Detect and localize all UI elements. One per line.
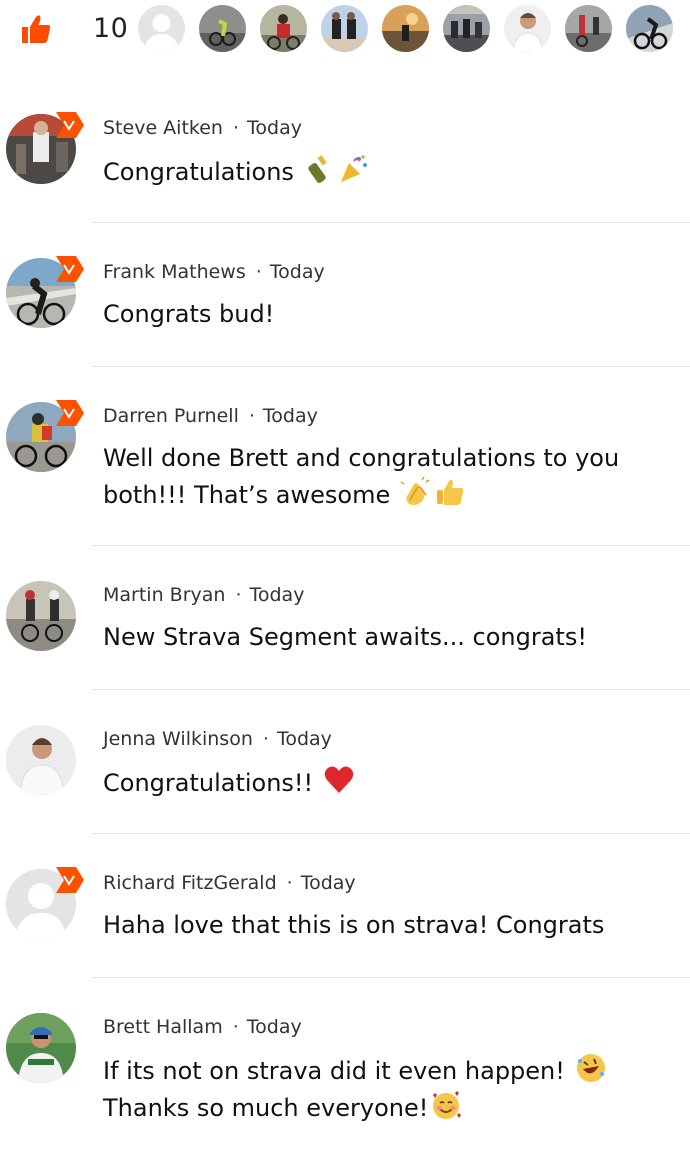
comment-avatar[interactable] xyxy=(6,1011,80,1085)
comment-avatar[interactable] xyxy=(6,723,80,797)
kudos-count[interactable]: 10 xyxy=(93,12,128,46)
red-heart-icon xyxy=(324,766,354,793)
kudos-avatar[interactable] xyxy=(382,5,429,52)
kudos-avatar[interactable] xyxy=(138,5,185,52)
strava-badge-icon xyxy=(56,867,84,893)
kudos-avatar[interactable] xyxy=(321,5,368,52)
strava-badge-icon xyxy=(56,400,84,426)
kudos-avatar[interactable] xyxy=(565,5,612,52)
comment-time: Today xyxy=(300,872,356,894)
bottle-icon xyxy=(307,155,327,183)
comment-text: If its not on strava did it even happen!… xyxy=(103,1052,663,1126)
kudos-avatar[interactable] xyxy=(626,5,673,52)
thumbs-up-emoji-icon xyxy=(436,479,464,505)
comment-item: Martin Bryan · Today New Strava Segment aw… xyxy=(0,577,690,690)
comment-author[interactable]: Richard FitzGerald xyxy=(103,872,277,894)
comment-author[interactable]: Martin Bryan xyxy=(103,584,225,606)
comment-item: Brett Hallam · Today If its not on strava … xyxy=(0,1009,690,1152)
clapping-hands-icon xyxy=(400,476,430,505)
meta-separator: · xyxy=(232,117,240,139)
divider xyxy=(92,366,690,367)
comment-meta: Steve Aitken · Today xyxy=(103,116,302,140)
comment-time: Today xyxy=(269,261,325,283)
comment-meta: Brett Hallam · Today xyxy=(103,1015,302,1039)
divider xyxy=(92,689,690,690)
comment-avatar[interactable] xyxy=(6,867,84,941)
meta-separator: · xyxy=(232,1016,239,1038)
comment-item: Frank Mathews · Today Congrats bud! xyxy=(0,254,690,367)
comment-text: Haha love that this is on strava! Congra… xyxy=(103,911,605,939)
divider xyxy=(92,977,690,978)
comment-text: New Strava Segment awaits... congrats! xyxy=(103,623,587,651)
kudos-avatar[interactable] xyxy=(199,5,246,52)
comment-time: Today xyxy=(249,584,305,606)
meta-separator: · xyxy=(235,584,242,606)
comment-meta: Martin Bryan · Today xyxy=(103,583,304,607)
comment-text: Well done Brett and congratulations to y… xyxy=(103,444,620,509)
comment-author[interactable]: Steve Aitken xyxy=(103,117,223,139)
thumbs-up-icon[interactable] xyxy=(19,12,53,46)
comment-item: Steve Aitken · Today Congratulations xyxy=(0,110,690,223)
divider xyxy=(92,545,690,546)
comment-meta: Darren Purnell · Today xyxy=(103,404,318,428)
comment-time: Today xyxy=(247,117,302,139)
comment-author[interactable]: Darren Purnell xyxy=(103,405,239,427)
comment-item: Darren Purnell · Today Well done Brett and… xyxy=(0,398,690,546)
comment-meta: Jenna Wilkinson · Today xyxy=(103,727,332,751)
divider xyxy=(92,222,690,223)
comment-time: Today xyxy=(246,1016,302,1038)
comment-text: Congrats bud! xyxy=(103,300,275,328)
smiling-face-hearts-icon xyxy=(433,1091,462,1119)
comment-text: Congratulations!! xyxy=(103,764,663,801)
kudos-bar: 10 xyxy=(0,0,690,58)
meta-separator: · xyxy=(286,872,293,894)
comment-avatar[interactable] xyxy=(6,579,80,653)
meta-separator: · xyxy=(255,261,262,283)
rofl-face-icon xyxy=(576,1054,605,1082)
comment-text: Congratulations xyxy=(103,153,663,190)
comment-meta: Richard FitzGerald · Today xyxy=(103,871,356,895)
strava-badge-icon xyxy=(56,112,84,138)
party-popper-icon xyxy=(340,155,367,182)
comment-item: Jenna Wilkinson · Today Congratulations!! xyxy=(0,721,690,834)
meta-separator: · xyxy=(248,405,255,427)
comment-avatar[interactable] xyxy=(6,256,84,330)
comment-item: Richard FitzGerald · Today Haha love that … xyxy=(0,865,690,978)
meta-separator: · xyxy=(262,728,269,750)
comment-author[interactable]: Jenna Wilkinson xyxy=(103,728,253,750)
comment-author[interactable]: Frank Mathews xyxy=(103,261,246,283)
comment-avatar[interactable] xyxy=(6,112,84,186)
comment-author[interactable]: Brett Hallam xyxy=(103,1016,223,1038)
strava-badge-icon xyxy=(56,256,84,282)
comment-meta: Frank Mathews · Today xyxy=(103,260,325,284)
kudos-avatar[interactable] xyxy=(443,5,490,52)
kudos-avatar[interactable] xyxy=(260,5,307,52)
kudos-avatar[interactable] xyxy=(504,5,551,52)
comment-time: Today xyxy=(262,405,318,427)
comment-avatar[interactable] xyxy=(6,400,84,474)
divider xyxy=(92,833,690,834)
comment-time: Today xyxy=(276,728,332,750)
